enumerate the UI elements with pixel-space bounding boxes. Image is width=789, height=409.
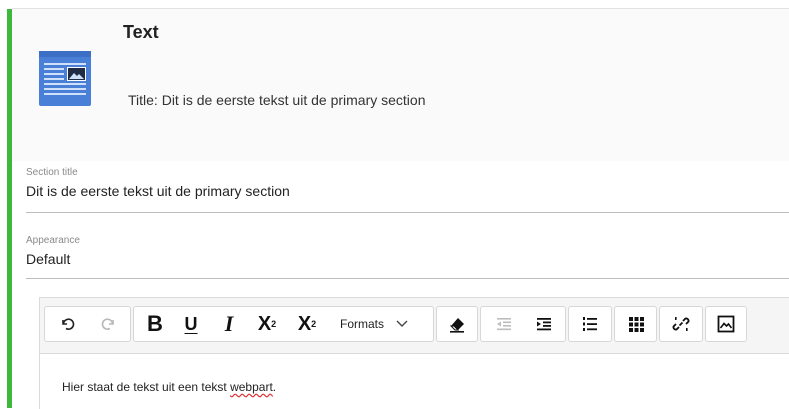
editor-toolbar: B U I X2 X2 Formats xyxy=(39,297,789,354)
text-webpart-panel: Text Title: Dit is de eerste tekst uit d… xyxy=(0,0,789,409)
section-title-input[interactable]: Dit is de eerste tekst uit de primary se… xyxy=(26,183,789,199)
formats-dropdown[interactable]: Formats xyxy=(340,307,432,341)
text-document-icon xyxy=(39,51,91,106)
numbered-list-button[interactable] xyxy=(574,307,606,341)
appearance-field[interactable]: Appearance Default xyxy=(26,235,789,279)
clear-formatting-group xyxy=(436,306,478,342)
webpart-subtitle: Title: Dit is de eerste tekst uit de pri… xyxy=(128,92,426,108)
unlink-icon xyxy=(672,317,690,331)
insert-image-button[interactable] xyxy=(710,307,742,341)
editor-text-before: Hier staat de tekst uit een tekst xyxy=(62,380,231,394)
image-group xyxy=(705,306,747,342)
outdent-button[interactable] xyxy=(487,307,521,341)
table-button[interactable] xyxy=(620,307,652,341)
clear-formatting-button[interactable] xyxy=(441,307,473,341)
formatting-group: B U I X2 X2 Formats xyxy=(133,306,434,342)
redo-icon xyxy=(101,318,114,330)
subscript-button[interactable]: X2 xyxy=(250,307,284,341)
table-group xyxy=(614,306,657,342)
indent-button[interactable] xyxy=(527,307,561,341)
accent-bar xyxy=(7,9,12,408)
underline-button[interactable]: U xyxy=(176,307,206,341)
image-icon xyxy=(717,315,735,333)
undo-icon xyxy=(62,318,75,330)
history-group xyxy=(44,306,131,342)
formats-label: Formats xyxy=(340,317,385,331)
appearance-label: Appearance xyxy=(26,235,80,246)
appearance-select[interactable]: Default xyxy=(26,251,789,267)
redo-button[interactable] xyxy=(91,307,125,341)
unlink-button[interactable] xyxy=(665,307,697,341)
superscript-letter: X xyxy=(297,312,312,335)
list-group xyxy=(568,306,612,342)
field-underline xyxy=(26,212,789,213)
misspelled-word: webpart xyxy=(230,380,273,394)
bold-button[interactable]: B xyxy=(140,307,170,341)
field-underline xyxy=(26,278,789,279)
superscript-mark: 2 xyxy=(311,319,317,329)
numbered-list-icon xyxy=(583,317,597,331)
editor-content[interactable]: Hier staat de tekst uit een tekst webpar… xyxy=(62,380,276,394)
link-group xyxy=(659,306,703,342)
indent-group xyxy=(480,306,566,342)
rich-text-editor[interactable]: Hier staat de tekst uit een tekst webpar… xyxy=(39,353,789,409)
editor-text-after: . xyxy=(272,380,277,394)
chevron-down-icon xyxy=(396,320,408,327)
table-icon xyxy=(628,316,644,332)
outdent-icon xyxy=(497,318,511,331)
italic-button[interactable]: I xyxy=(214,307,244,341)
subscript-letter: X xyxy=(257,312,272,335)
superscript-button[interactable]: X2 xyxy=(290,307,324,341)
section-title-label: Section title xyxy=(26,167,78,178)
subscript-mark: 2 xyxy=(271,319,277,329)
undo-button[interactable] xyxy=(51,307,85,341)
indent-icon xyxy=(537,318,551,331)
section-title-field[interactable]: Section title Dit is de eerste tekst uit… xyxy=(26,167,789,213)
webpart-title: Text xyxy=(123,22,159,42)
clear-formatting-icon xyxy=(449,318,464,333)
